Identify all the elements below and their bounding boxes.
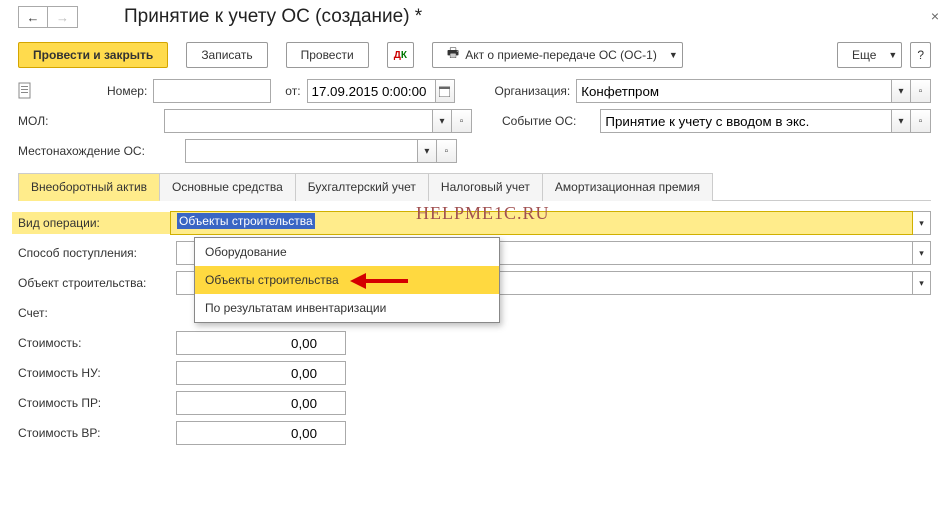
tab-fixed-assets[interactable]: Основные средства xyxy=(160,173,296,201)
option-construction-objects[interactable]: Объекты строительства xyxy=(195,266,499,294)
document-icon xyxy=(18,82,33,100)
chevron-down-icon: ▼ xyxy=(888,50,897,60)
tab-accounting[interactable]: Бухгалтерский учет xyxy=(296,173,429,201)
org-drop-button[interactable]: ▾ xyxy=(891,79,911,103)
tab-depreciation-premium[interactable]: Амортизационная премия xyxy=(543,173,713,201)
mol-drop-button[interactable]: ▾ xyxy=(432,109,452,133)
chevron-down-icon: ▼ xyxy=(669,50,678,60)
cost-label: Стоимость: xyxy=(18,336,176,350)
close-icon[interactable]: × xyxy=(931,8,939,24)
option-by-inventory[interactable]: По результатам инвентаризации xyxy=(195,294,499,322)
number-input[interactable] xyxy=(153,79,271,103)
location-label: Местонахождение ОС: xyxy=(18,144,145,158)
event-drop-button[interactable]: ▾ xyxy=(891,109,911,133)
number-label: Номер: xyxy=(107,84,147,98)
cost-vr-label: Стоимость ВР: xyxy=(18,426,176,440)
construction-object-drop-button[interactable]: ▾ xyxy=(913,271,931,295)
location-drop-button[interactable]: ▾ xyxy=(417,139,437,163)
dt-kt-icon: ДК xyxy=(394,50,407,61)
cost-pr-input[interactable] xyxy=(176,391,346,415)
org-open-button[interactable]: ▫ xyxy=(911,79,931,103)
post-button[interactable]: Провести xyxy=(286,42,369,68)
tab-bar: Внеоборотный актив Основные средства Бух… xyxy=(18,172,931,201)
org-input[interactable] xyxy=(576,79,891,103)
cost-nu-label: Стоимость НУ: xyxy=(18,366,176,380)
event-label: Событие ОС: xyxy=(502,114,576,128)
calendar-button[interactable] xyxy=(435,79,455,103)
cost-pr-label: Стоимость ПР: xyxy=(18,396,176,410)
more-label: Еще xyxy=(852,48,876,62)
date-input[interactable] xyxy=(307,79,435,103)
save-button[interactable]: Записать xyxy=(186,42,267,68)
operation-type-label: Вид операции: xyxy=(12,212,170,234)
event-open-button[interactable]: ▫ xyxy=(911,109,931,133)
nav-back-button[interactable]: ← xyxy=(18,6,48,28)
construction-object-label: Объект строительства: xyxy=(18,276,176,290)
account-label: Счет: xyxy=(18,306,176,320)
mol-open-button[interactable]: ▫ xyxy=(452,109,472,133)
event-input[interactable] xyxy=(600,109,891,133)
cost-input[interactable] xyxy=(176,331,346,355)
print-act-button[interactable]: 🖶 Акт о приеме-передаче ОС (ОС-1) ▼ xyxy=(432,42,683,68)
mol-label: МОЛ: xyxy=(18,114,60,128)
cost-vr-input[interactable] xyxy=(176,421,346,445)
org-label: Организация: xyxy=(495,84,571,98)
from-label: от: xyxy=(285,84,300,98)
operation-type-value: Объекты строительства xyxy=(177,213,315,229)
location-open-button[interactable]: ▫ xyxy=(437,139,457,163)
printer-icon: 🖶 xyxy=(447,44,459,66)
tab-noncurrent-asset[interactable]: Внеоборотный актив xyxy=(18,173,160,201)
print-act-label: Акт о приеме-передаче ОС (ОС-1) xyxy=(465,48,657,62)
location-input[interactable] xyxy=(185,139,417,163)
option-equipment[interactable]: Оборудование xyxy=(195,238,499,266)
page-title: Принятие к учету ОС (создание) * xyxy=(124,6,422,28)
mol-input[interactable] xyxy=(164,109,432,133)
help-button[interactable]: ? xyxy=(910,42,931,68)
post-and-close-button[interactable]: Провести и закрыть xyxy=(18,42,168,68)
more-button[interactable]: Еще ▼ xyxy=(837,42,902,68)
cost-nu-input[interactable] xyxy=(176,361,346,385)
tab-tax-accounting[interactable]: Налоговый учет xyxy=(429,173,543,201)
operation-type-combo[interactable]: Объекты строительства ▾ xyxy=(170,211,931,235)
receipt-method-label: Способ поступления: xyxy=(18,246,176,260)
nav-forward-button: → xyxy=(48,6,78,28)
receipt-method-drop-button[interactable]: ▾ xyxy=(913,241,931,265)
operation-type-drop-button[interactable]: ▾ xyxy=(913,211,931,235)
dt-kt-button[interactable]: ДК xyxy=(387,42,414,68)
operation-type-dropdown: Оборудование Объекты строительства По ре… xyxy=(194,237,500,323)
